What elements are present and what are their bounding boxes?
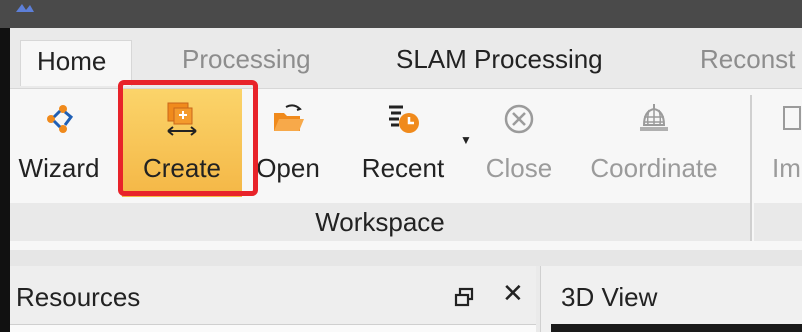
close-label: Close <box>485 153 553 183</box>
tab-slam-processing[interactable]: SLAM Processing <box>396 42 603 76</box>
recent-button[interactable]: Recent <box>336 89 470 197</box>
tab-reconstruction[interactable]: Reconst <box>700 42 795 76</box>
wizard-icon <box>47 105 74 133</box>
next-group-label <box>754 203 802 241</box>
import-button[interactable]: Im <box>762 89 802 197</box>
close-circle-icon <box>504 104 534 134</box>
close-workspace-button[interactable]: Close <box>472 89 566 197</box>
close-panel-icon[interactable]: ✕ <box>502 278 524 308</box>
coordinate-globe-icon <box>640 104 668 131</box>
tab-processing[interactable]: Processing <box>182 42 311 76</box>
import-icon <box>783 106 801 130</box>
wizard-label: Wizard <box>18 153 100 183</box>
recent-label: Recent <box>361 153 445 183</box>
workspace-group-label: Workspace <box>10 203 750 241</box>
create-workspace-icon <box>167 102 197 136</box>
create-button[interactable]: Create <box>122 89 242 197</box>
resources-panel: Resources ✕ <box>10 266 536 332</box>
3d-view-canvas[interactable] <box>551 324 802 332</box>
float-window-icon[interactable] <box>453 286 475 308</box>
coordinate-button[interactable]: Coordinate <box>570 89 738 197</box>
panel-gap <box>10 250 802 266</box>
recent-dropdown-caret-icon[interactable]: ▼ <box>460 133 472 147</box>
open-folder-icon <box>274 104 304 131</box>
3d-view-panel: 3D View <box>540 266 802 332</box>
import-label: Im <box>772 153 801 183</box>
recent-clock-icon <box>389 105 419 133</box>
3d-view-panel-title[interactable]: 3D View <box>561 282 657 312</box>
resources-panel-title: Resources <box>16 282 141 312</box>
create-label: Create <box>142 153 222 183</box>
open-button[interactable]: Open <box>242 89 334 197</box>
ribbon-home: Wizard Create Open Recent ▼ Close Coordi… <box>10 88 802 250</box>
title-bar <box>0 0 802 28</box>
open-label: Open <box>256 153 320 183</box>
ribbon-tab-bar: Home Processing SLAM Processing Reconst <box>10 28 802 88</box>
coordinate-label: Coordinate <box>590 153 718 183</box>
app-logo-icon <box>16 4 34 12</box>
resources-tree-area <box>10 324 536 332</box>
tab-home[interactable]: Home <box>20 40 132 86</box>
ribbon-group-separator <box>750 95 752 241</box>
wizard-button[interactable]: Wizard <box>4 89 114 197</box>
